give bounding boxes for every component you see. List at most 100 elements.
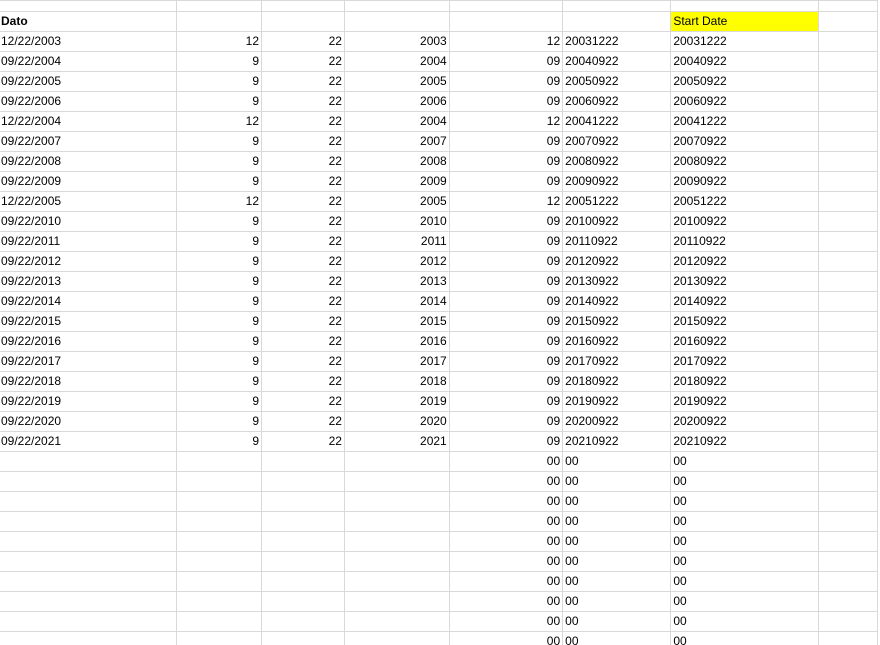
cell-month-padded[interactable]: 09 (448, 291, 564, 312)
cell-month-padded[interactable]: 00 (448, 591, 564, 612)
cell-day[interactable] (261, 511, 345, 532)
cell-start-date[interactable]: 20080922 (670, 151, 819, 172)
cell-start-date[interactable]: 00 (670, 491, 819, 512)
cell-day[interactable]: 22 (261, 31, 345, 52)
cell-month[interactable] (176, 511, 263, 532)
cell-year[interactable]: 2012 (343, 251, 450, 272)
cell[interactable] (343, 11, 450, 32)
cell-month[interactable]: 9 (176, 171, 263, 192)
cell-month-padded[interactable]: 09 (448, 431, 564, 452)
header-cell-start-date[interactable]: Start Date (670, 11, 819, 32)
cell-empty[interactable] (817, 131, 879, 152)
cell-date-code[interactable]: 00 (562, 591, 672, 612)
cell-year[interactable]: 2010 (343, 211, 450, 232)
cell-date-code[interactable]: 20170922 (562, 351, 672, 372)
cell-date-code[interactable]: 00 (562, 631, 672, 645)
cell-start-date[interactable]: 20200922 (670, 411, 819, 432)
cell-month-padded[interactable]: 09 (448, 391, 564, 412)
cell-empty[interactable] (817, 311, 879, 332)
cell[interactable] (817, 11, 879, 32)
cell-year[interactable]: 2014 (343, 291, 450, 312)
cell-year[interactable]: 2020 (343, 411, 450, 432)
cell-start-date[interactable]: 00 (670, 571, 819, 592)
cell-year[interactable]: 2013 (343, 271, 450, 292)
cell-month-padded[interactable]: 09 (448, 131, 564, 152)
cell-start-date[interactable]: 20100922 (670, 211, 819, 232)
cell-date[interactable]: 09/22/2004 (0, 51, 178, 72)
cell-year[interactable] (343, 571, 450, 592)
cell-date[interactable]: 09/22/2012 (0, 251, 178, 272)
cell-date-code[interactable]: 20060922 (562, 91, 672, 112)
cell-empty[interactable] (817, 31, 879, 52)
cell-month[interactable]: 9 (176, 51, 263, 72)
cell-month[interactable]: 9 (176, 351, 263, 372)
cell-month-padded[interactable]: 00 (448, 471, 564, 492)
cell-month-padded[interactable]: 00 (448, 511, 564, 532)
cell-date[interactable] (0, 611, 178, 632)
cell-empty[interactable] (817, 471, 879, 492)
cell-year[interactable]: 2015 (343, 311, 450, 332)
cell-year[interactable]: 2009 (343, 171, 450, 192)
cell-year[interactable]: 2003 (343, 31, 450, 52)
cell-month[interactable] (176, 571, 263, 592)
cell-date-code[interactable]: 00 (562, 531, 672, 552)
cell-empty[interactable] (817, 511, 879, 532)
cell-empty[interactable] (817, 211, 879, 232)
cell-day[interactable] (261, 631, 345, 645)
cell-empty[interactable] (817, 111, 879, 132)
cell-empty[interactable] (817, 371, 879, 392)
cell-date-code[interactable]: 00 (562, 511, 672, 532)
cell-year[interactable] (343, 591, 450, 612)
cell-date[interactable]: 09/22/2008 (0, 151, 178, 172)
cell-month[interactable]: 9 (176, 231, 263, 252)
cell-year[interactable] (343, 471, 450, 492)
cell-month[interactable]: 9 (176, 371, 263, 392)
cell-date[interactable] (0, 471, 178, 492)
cell-start-date[interactable]: 20060922 (670, 91, 819, 112)
cell-start-date[interactable]: 00 (670, 531, 819, 552)
cell-year[interactable]: 2005 (343, 191, 450, 212)
cell-month-padded[interactable]: 09 (448, 151, 564, 172)
cell-year[interactable]: 2016 (343, 331, 450, 352)
cell-date-code[interactable]: 20190922 (562, 391, 672, 412)
cell-date-code[interactable]: 00 (562, 571, 672, 592)
cell-month-padded[interactable]: 09 (448, 91, 564, 112)
cell-start-date[interactable]: 00 (670, 471, 819, 492)
cell-date[interactable]: 09/22/2013 (0, 271, 178, 292)
cell-empty[interactable] (817, 491, 879, 512)
cell-day[interactable]: 22 (261, 351, 345, 372)
cell-start-date[interactable]: 20031222 (670, 31, 819, 52)
cell-day[interactable]: 22 (261, 151, 345, 172)
cell-date[interactable] (0, 571, 178, 592)
cell-date-code[interactable]: 20210922 (562, 431, 672, 452)
cell-date-code[interactable]: 20180922 (562, 371, 672, 392)
cell-start-date[interactable]: 20180922 (670, 371, 819, 392)
cell-date[interactable]: 09/22/2019 (0, 391, 178, 412)
cell-date-code[interactable]: 20050922 (562, 71, 672, 92)
cell-date[interactable]: 12/22/2003 (0, 31, 178, 52)
cell-year[interactable] (343, 611, 450, 632)
cell-day[interactable]: 22 (261, 71, 345, 92)
cell-date-code[interactable]: 20110922 (562, 231, 672, 252)
cell-date[interactable]: 09/22/2007 (0, 131, 178, 152)
cell-empty[interactable] (817, 591, 879, 612)
cell-date[interactable]: 09/22/2016 (0, 331, 178, 352)
cell-date-code[interactable]: 20160922 (562, 331, 672, 352)
cell-year[interactable]: 2007 (343, 131, 450, 152)
cell-year[interactable]: 2017 (343, 351, 450, 372)
cell-date-code[interactable]: 00 (562, 611, 672, 632)
cell-year[interactable]: 2008 (343, 151, 450, 172)
cell-start-date[interactable]: 20150922 (670, 311, 819, 332)
cell-date-code[interactable]: 20150922 (562, 311, 672, 332)
cell-date[interactable]: 09/22/2014 (0, 291, 178, 312)
cell-date[interactable]: 09/22/2015 (0, 311, 178, 332)
cell-year[interactable]: 2018 (343, 371, 450, 392)
cell-month[interactable] (176, 451, 263, 472)
cell-empty[interactable] (817, 571, 879, 592)
cell-date[interactable]: 09/22/2005 (0, 71, 178, 92)
cell[interactable] (261, 11, 345, 32)
cell-empty[interactable] (817, 631, 879, 645)
cell-date-code[interactable]: 20120922 (562, 251, 672, 272)
cell-month-padded[interactable]: 09 (448, 51, 564, 72)
cell-month-padded[interactable]: 12 (448, 31, 564, 52)
